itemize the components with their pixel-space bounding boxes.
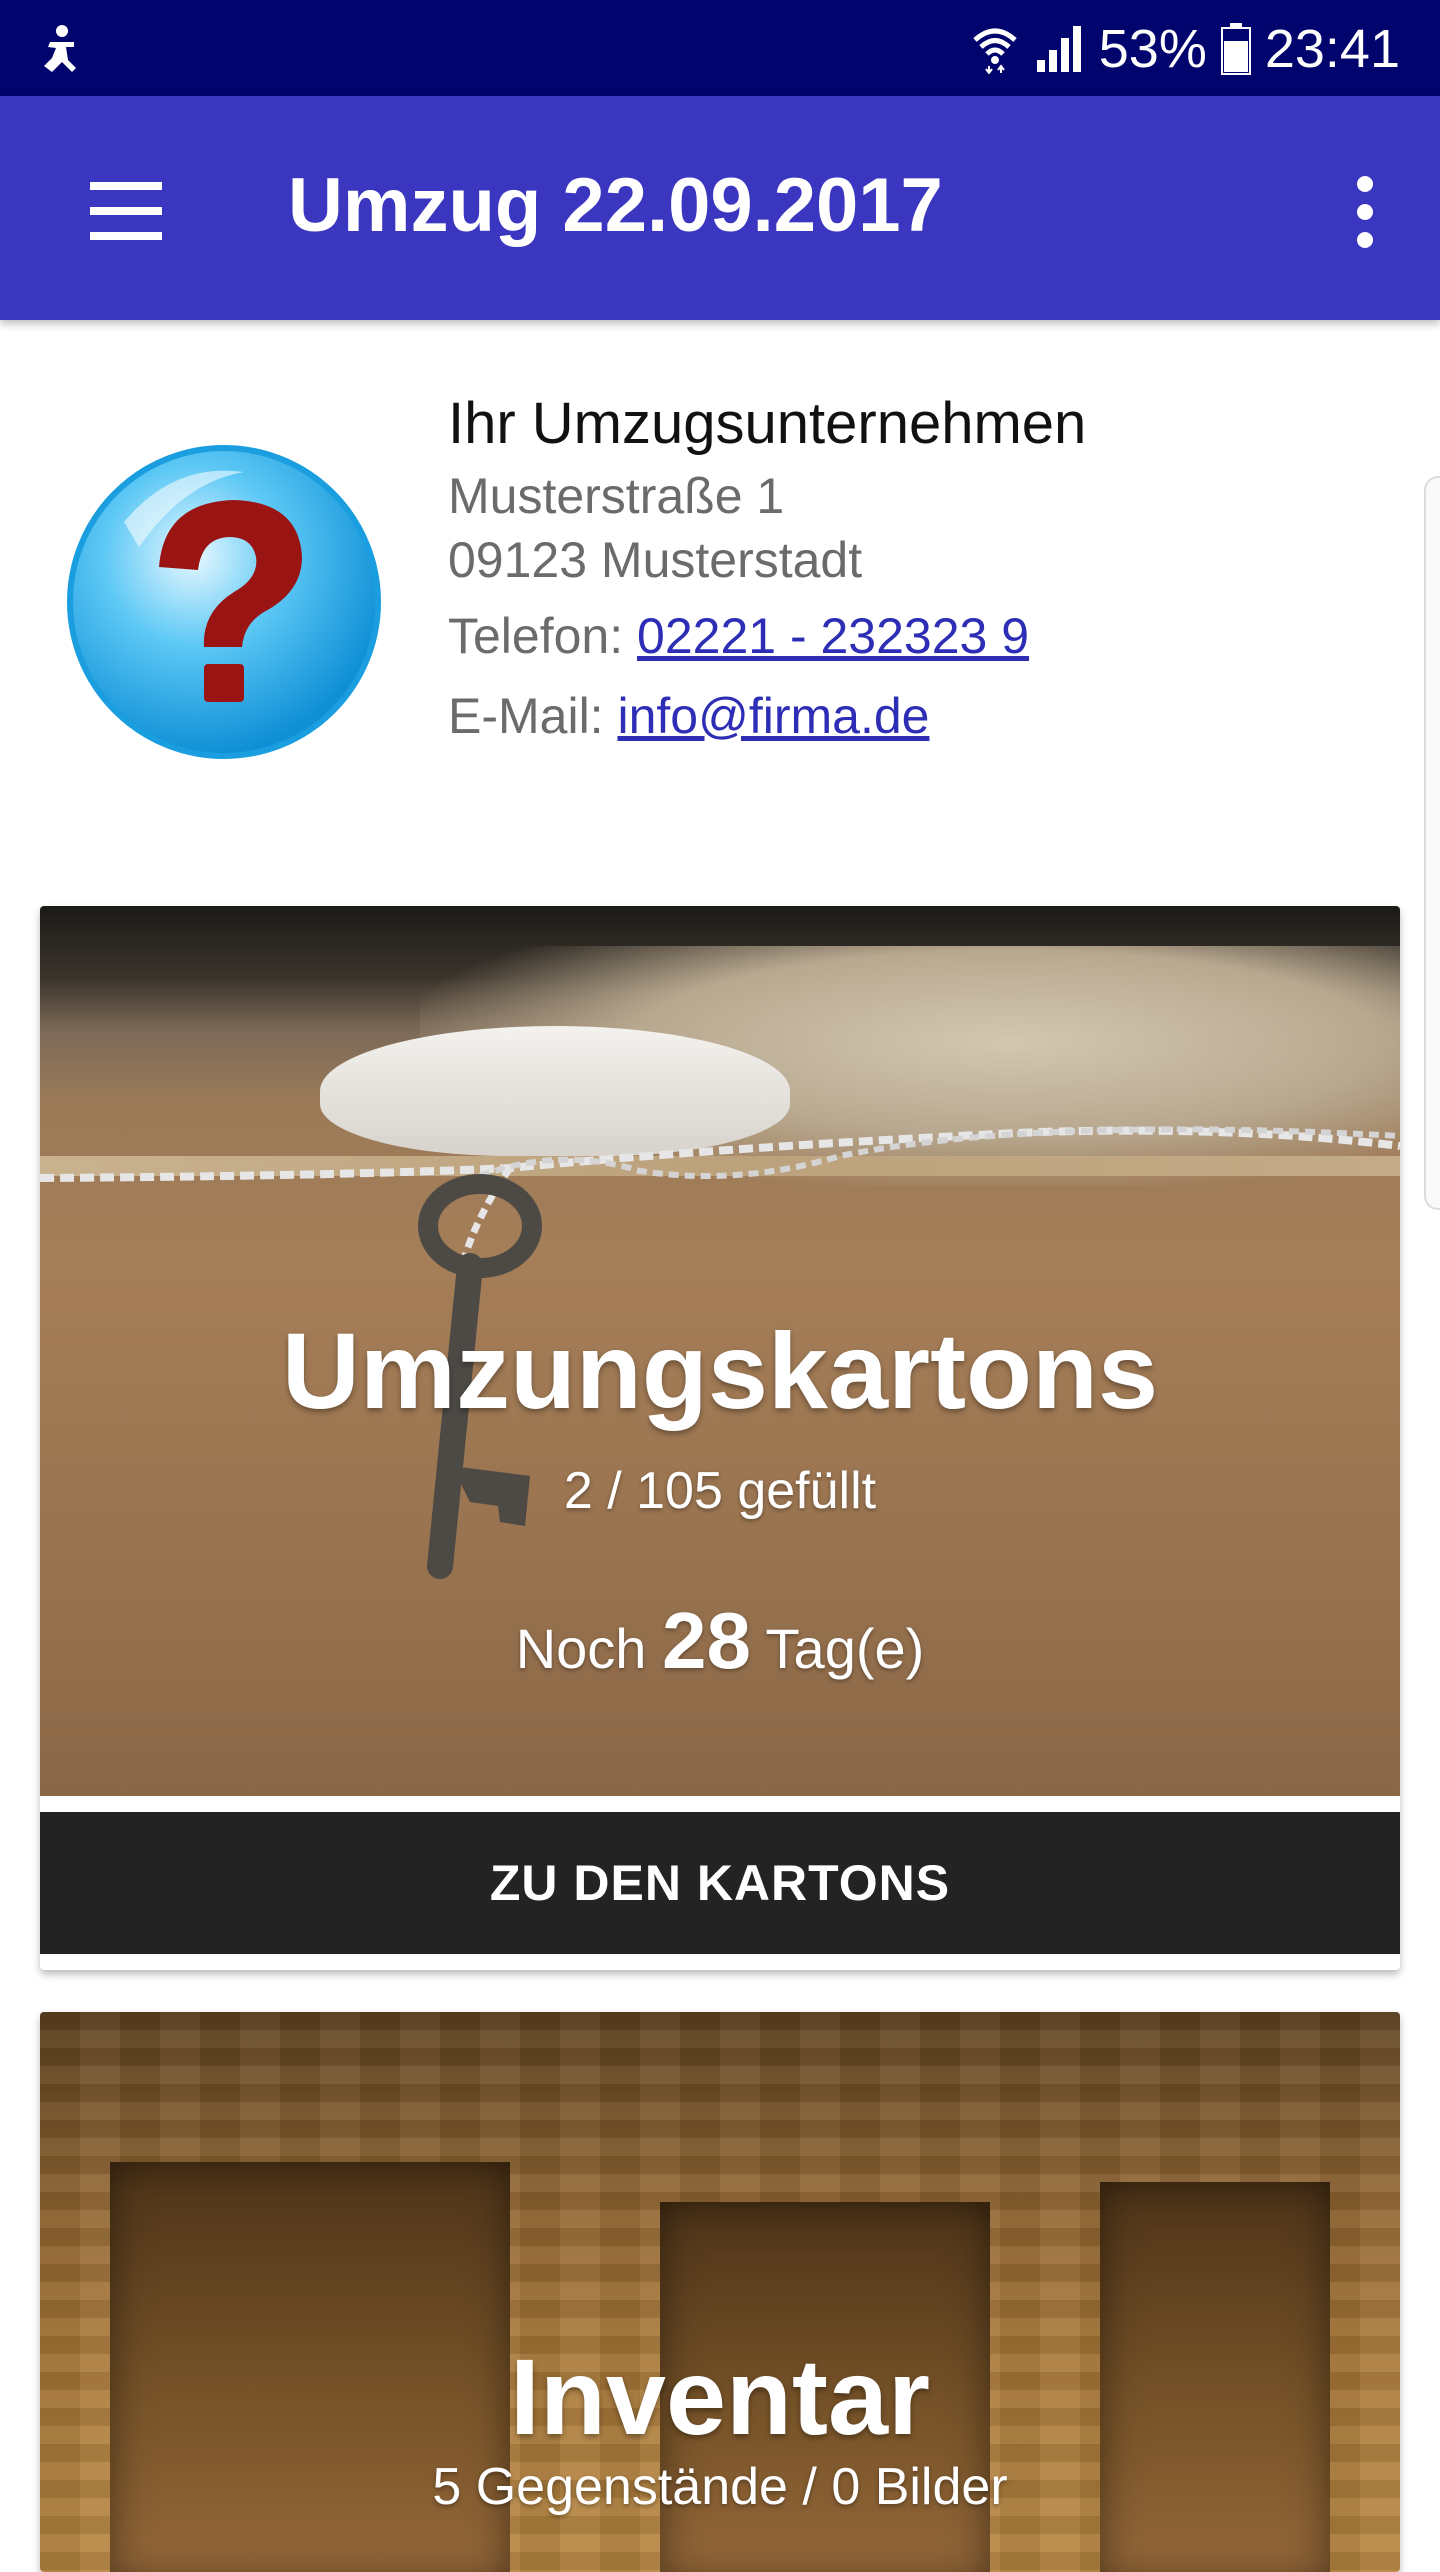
inventory-title: Inventar <box>509 2336 931 2457</box>
page-title: Umzug 22.09.2017 <box>288 163 943 248</box>
status-bar: 53% 23:41 <box>0 0 1440 96</box>
overflow-menu-icon[interactable] <box>1334 166 1394 256</box>
side-handle[interactable] <box>1424 476 1440 1210</box>
inventory-hero-image[interactable]: Inventar 5 Gegenstände / 0 Bilder <box>40 2012 1400 2572</box>
go-to-boxes-button[interactable]: ZU DEN KARTONS <box>40 1812 1400 1954</box>
company-phone-row: Telefon: 02221 - 232323 9 <box>448 600 1408 672</box>
boxes-days-remaining: Noch 28 Tag(e) <box>40 1596 1400 1694</box>
days-value: 28 <box>662 1596 751 1685</box>
phone-link[interactable]: 02221 - 232323 9 <box>637 608 1029 664</box>
battery-icon <box>1220 23 1251 75</box>
accessibility-icon <box>44 25 76 72</box>
email-link[interactable]: info@firma.de <box>617 688 929 744</box>
inventory-subtitle: 5 Gegenstände / 0 Bilder <box>432 2458 1008 2516</box>
company-street: Musterstraße 1 <box>448 468 785 524</box>
boxes-hero-image[interactable]: Umzungskartons 2 / 105 gefüllt Noch 28 T… <box>40 906 1400 1796</box>
status-icons: 53% 23:41 <box>971 14 1400 84</box>
battery-percent: 53% <box>1098 19 1207 79</box>
boxes-title: Umzungskartons <box>281 1310 1159 1431</box>
days-prefix: Noch <box>515 1617 663 1680</box>
clock: 23:41 <box>1264 19 1400 79</box>
company-city: 09123 Musterstadt <box>448 532 863 588</box>
twine-decoration <box>40 1126 1400 1277</box>
company-details: Ihr Umzugsunternehmen Musterstraße 1 091… <box>448 384 1408 752</box>
wifi-icon <box>973 28 1017 74</box>
app-bar: Umzug 22.09.2017 <box>0 96 1440 320</box>
signal-icon <box>1036 26 1081 72</box>
inventory-card: Inventar 5 Gegenstände / 0 Bilder <box>40 2012 1400 2572</box>
question-mark-icon <box>67 445 381 759</box>
boxes-progress: 2 / 105 gefüllt <box>563 1462 877 1520</box>
menu-icon[interactable] <box>80 166 170 256</box>
boxes-card: Umzungskartons 2 / 105 gefüllt Noch 28 T… <box>40 906 1400 1970</box>
company-name: Ihr Umzugsunternehmen <box>448 391 1087 456</box>
days-suffix: Tag(e) <box>751 1617 925 1680</box>
company-email-row: E-Mail: info@firma.de <box>448 680 1408 752</box>
email-label: E-Mail: <box>448 688 618 744</box>
phone-label: Telefon: <box>448 608 638 664</box>
company-info: Ihr Umzugsunternehmen Musterstraße 1 091… <box>0 320 1440 860</box>
